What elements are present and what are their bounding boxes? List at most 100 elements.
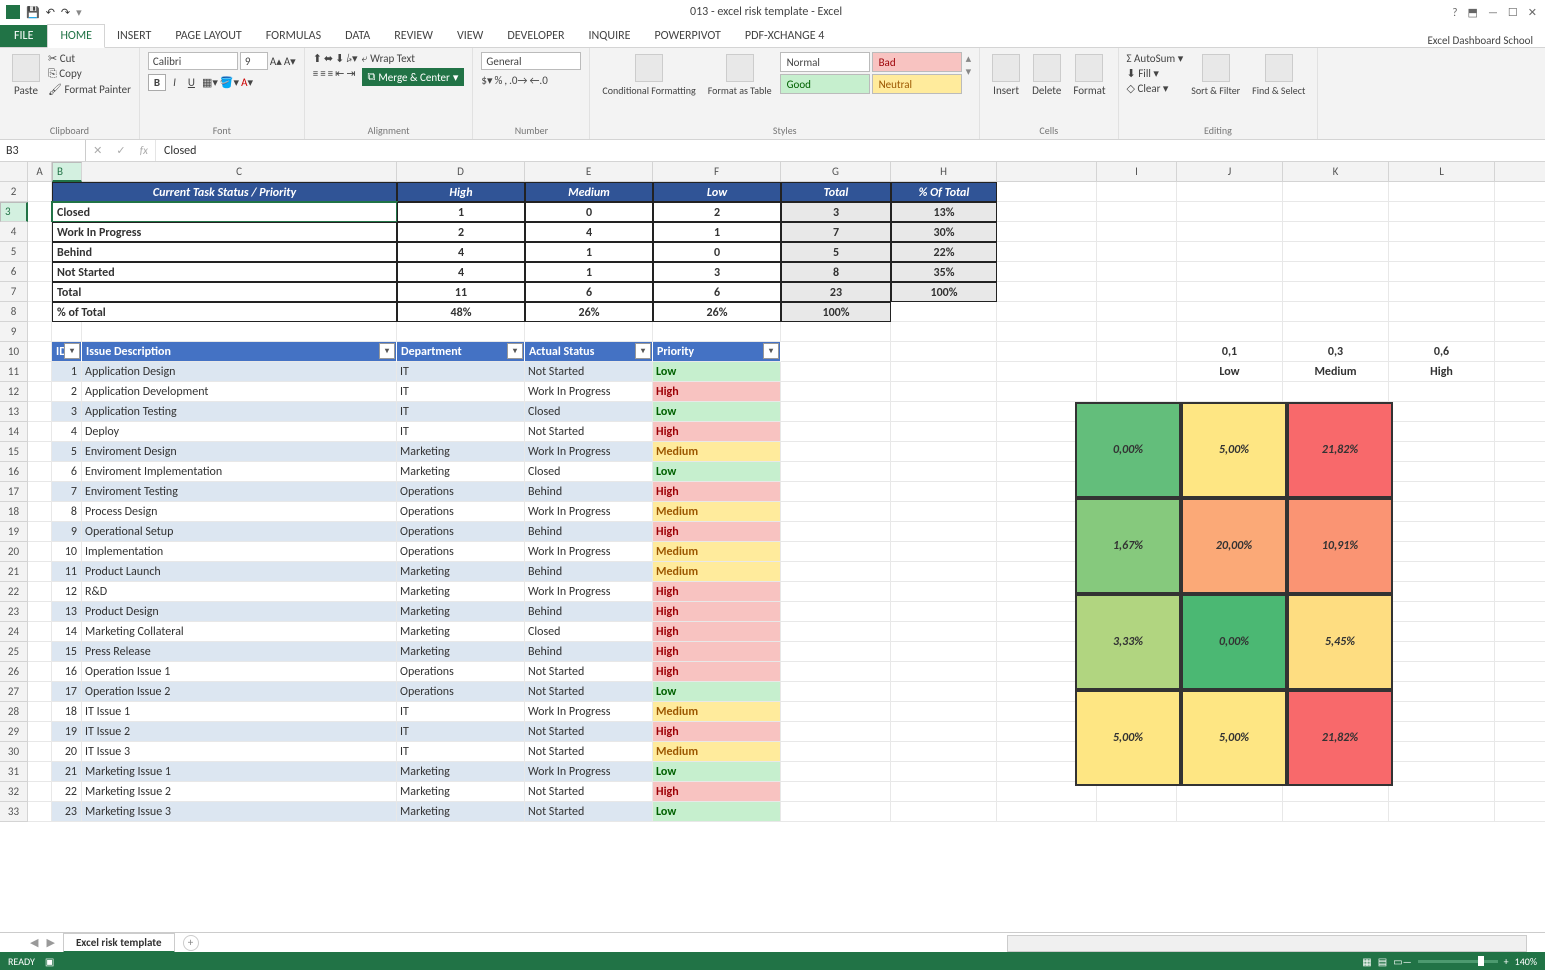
formula-input[interactable]: Closed [156, 140, 1545, 161]
tab-home[interactable]: HOME [47, 24, 105, 48]
qat-undo-icon[interactable]: ↶ [46, 6, 55, 19]
comma-icon[interactable]: , [504, 74, 507, 87]
tab-data[interactable]: DATA [333, 25, 382, 47]
status-ready: READY [8, 955, 35, 968]
tab-insert[interactable]: INSERT [105, 25, 163, 47]
cancel-formula-icon[interactable]: ✕ [93, 144, 102, 157]
filter-dropdown-icon[interactable]: ▾ [635, 343, 651, 359]
addin-label[interactable]: Excel Dashboard School [1427, 34, 1545, 47]
indent-inc-icon[interactable]: ⇥ [346, 67, 355, 80]
font-size-select[interactable]: 9 [240, 52, 268, 70]
sort-filter-button[interactable]: Sort & Filter [1187, 52, 1244, 99]
qat-save-icon[interactable]: 💾 [26, 6, 40, 19]
view-normal-icon[interactable]: ▦ [1362, 955, 1371, 968]
orientation-icon[interactable]: ⭞▾ [346, 52, 357, 65]
currency-icon[interactable]: $▾ [481, 74, 492, 87]
align-middle-icon[interactable]: ⬌ [324, 52, 333, 65]
format-painter-button[interactable]: 🖌 Format Painter [48, 83, 131, 96]
copy-button[interactable]: ⎘ Copy [48, 67, 131, 81]
filter-dropdown-icon[interactable]: ▾ [763, 343, 779, 359]
zoom-out-button[interactable]: — [1403, 955, 1412, 968]
inc-decimal-icon[interactable]: .0→ [509, 74, 527, 87]
tab-formulas[interactable]: FORMULAS [254, 25, 333, 47]
filter-dropdown-icon[interactable]: ▾ [64, 343, 80, 359]
border-button[interactable]: ▦▾ [202, 76, 218, 89]
close-icon[interactable]: ✕ [1528, 6, 1537, 19]
align-right-icon[interactable]: ≡ [328, 67, 333, 80]
dec-decimal-icon[interactable]: ←.0 [529, 74, 547, 87]
qat-redo-icon[interactable]: ↷ [61, 6, 70, 19]
worksheet-grid[interactable]: ABCDEFGHIJKL2Current Task Status / Prior… [0, 162, 1545, 932]
excel-icon [6, 5, 20, 19]
name-box[interactable]: B3 [0, 140, 86, 161]
view-break-icon[interactable]: ▭ [1393, 955, 1402, 968]
fill-color-button[interactable]: 🪣▾ [220, 76, 239, 89]
format-button[interactable]: Format [1069, 52, 1109, 99]
align-top-icon[interactable]: ⬆ [313, 52, 322, 65]
format-as-table-button[interactable]: Format as Table [704, 52, 776, 99]
align-left-icon[interactable]: ≡ [313, 67, 318, 80]
group-cells: Insert Delete Format Cells [980, 48, 1118, 139]
horizontal-scrollbar[interactable] [1007, 935, 1527, 952]
paste-button[interactable]: Paste [8, 52, 44, 99]
indent-dec-icon[interactable]: ⇤ [335, 67, 344, 80]
find-icon [1265, 54, 1293, 82]
autosum-button[interactable]: Σ AutoSum ▾ [1127, 52, 1184, 65]
find-select-button[interactable]: Find & Select [1248, 52, 1309, 99]
tab-page-layout[interactable]: PAGE LAYOUT [163, 25, 253, 47]
minimize-icon[interactable]: — [1488, 6, 1498, 19]
style-good[interactable]: Good [780, 74, 870, 94]
italic-button[interactable]: I [168, 75, 181, 90]
add-sheet-button[interactable]: + [183, 935, 199, 951]
view-layout-icon[interactable]: ▤ [1378, 955, 1387, 968]
style-normal[interactable]: Normal [780, 52, 870, 72]
style-bad[interactable]: Bad [872, 52, 962, 72]
tab-file[interactable]: FILE [0, 25, 47, 47]
window-title: 013 - excel risk template - Excel [88, 5, 1445, 19]
tab-powerpivot[interactable]: POWERPIVOT [642, 25, 732, 47]
shrink-font-icon[interactable]: A▾ [284, 55, 296, 68]
maximize-icon[interactable]: ☐ [1508, 6, 1518, 19]
group-editing: Σ AutoSum ▾ ⬇ Fill ▾ ◇ Clear ▾ Sort & Fi… [1119, 48, 1319, 139]
wrap-text-button[interactable]: ⤶ Wrap Text [362, 52, 465, 66]
tab-inquire[interactable]: INQUIRE [577, 25, 643, 47]
align-center-icon[interactable]: ≡ [320, 67, 325, 80]
conditional-formatting-button[interactable]: Conditional Formatting [598, 52, 699, 99]
filter-dropdown-icon[interactable]: ▾ [379, 343, 395, 359]
merge-center-button[interactable]: ⧉ Merge & Center ▾ [362, 68, 465, 86]
font-name-select[interactable]: Calibri [148, 52, 238, 70]
align-bottom-icon[interactable]: ⬇ [335, 52, 344, 65]
underline-button[interactable]: U [183, 75, 200, 90]
group-number: General $▾ % , .0→ ←.0 Number [473, 48, 590, 139]
cut-button[interactable]: ✂ Cut [48, 52, 131, 65]
ribbon-options-icon[interactable]: ⬒ [1468, 6, 1478, 19]
sheet-nav-prev-icon[interactable]: ◀ [30, 936, 38, 949]
zoom-level[interactable]: 140% [1515, 955, 1537, 968]
sheet-tabs: ◀ ▶ Excel risk template + [0, 932, 1545, 952]
zoom-in-button[interactable]: + [1504, 955, 1509, 968]
filter-dropdown-icon[interactable]: ▾ [507, 343, 523, 359]
tab-view[interactable]: VIEW [445, 25, 495, 47]
clear-button[interactable]: ◇ Clear ▾ [1127, 82, 1184, 95]
help-icon[interactable]: ? [1452, 6, 1457, 19]
fx-icon[interactable]: fx [140, 144, 148, 157]
ribbon: Paste ✂ Cut ⎘ Copy 🖌 Format Painter Clip… [0, 48, 1545, 140]
bold-button[interactable]: B [148, 74, 166, 91]
fill-button[interactable]: ⬇ Fill ▾ [1127, 67, 1184, 80]
grow-font-icon[interactable]: A▴ [270, 55, 282, 68]
style-neutral[interactable]: Neutral [872, 74, 962, 94]
delete-button[interactable]: Delete [1028, 52, 1065, 99]
number-format-select[interactable]: General [481, 52, 581, 70]
tab-review[interactable]: REVIEW [382, 25, 445, 47]
qat-customize-icon[interactable]: ▾ [76, 6, 82, 19]
zoom-slider[interactable] [1418, 960, 1498, 963]
tab-developer[interactable]: DEVELOPER [495, 25, 576, 47]
sheet-nav-next-icon[interactable]: ▶ [46, 936, 54, 949]
enter-formula-icon[interactable]: ✓ [116, 144, 125, 157]
insert-button[interactable]: Insert [988, 52, 1024, 99]
macro-record-icon[interactable]: ▣ [45, 955, 54, 968]
tab-pdf[interactable]: PDF-XChange 4 [733, 25, 836, 47]
sheet-tab-active[interactable]: Excel risk template [63, 933, 175, 953]
percent-icon[interactable]: % [495, 74, 503, 87]
font-color-button[interactable]: A▾ [241, 76, 253, 89]
